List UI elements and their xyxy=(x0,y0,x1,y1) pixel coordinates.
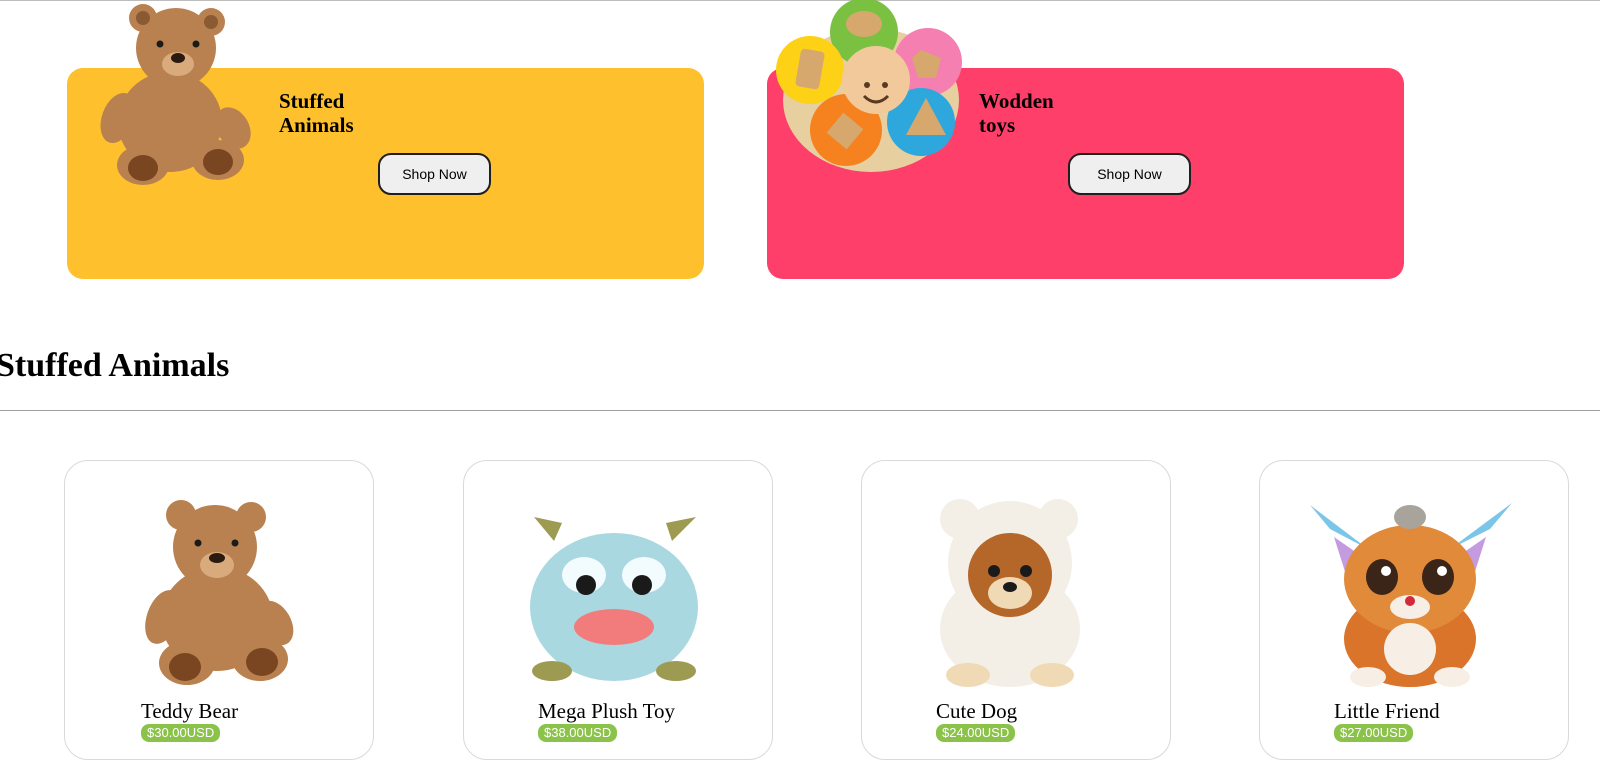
product-card-little-friend[interactable]: Little Friend $27.00USD xyxy=(1259,460,1569,760)
product-name[interactable]: Teddy Bear xyxy=(141,699,238,723)
banner-title: Wodden toys xyxy=(979,89,1054,137)
product-card-teddy-bear[interactable]: Teddy Bear $30.00USD xyxy=(64,460,374,760)
wooden-toy-image xyxy=(776,0,962,172)
cute-dog-image xyxy=(940,499,1080,687)
product-name[interactable]: Little Friend xyxy=(1334,699,1440,723)
shop-now-button[interactable]: Shop Now xyxy=(1068,153,1191,195)
section-divider xyxy=(0,410,1600,411)
banner-title: Stuffed Animals xyxy=(279,89,354,137)
price-badge: $24.00USD xyxy=(936,724,1016,742)
little-friend-image xyxy=(1310,503,1512,687)
product-name[interactable]: Cute Dog xyxy=(936,699,1017,723)
teddy-bear-image xyxy=(100,4,251,185)
price-badge: $38.00USD xyxy=(538,724,618,742)
teddy-bear-image xyxy=(145,500,294,685)
product-card-mega-plush-toy[interactable]: Mega Plush Toy $38.00USD xyxy=(463,460,773,760)
product-card-cute-dog[interactable]: Cute Dog $24.00USD xyxy=(861,460,1171,760)
price-badge: $30.00USD xyxy=(141,724,221,742)
shop-now-button[interactable]: Shop Now xyxy=(378,153,491,195)
product-name[interactable]: Mega Plush Toy xyxy=(538,699,675,723)
price-badge: $27.00USD xyxy=(1334,724,1414,742)
plush-monster-image xyxy=(530,517,698,681)
section-title: Stuffed Animals xyxy=(0,347,230,384)
